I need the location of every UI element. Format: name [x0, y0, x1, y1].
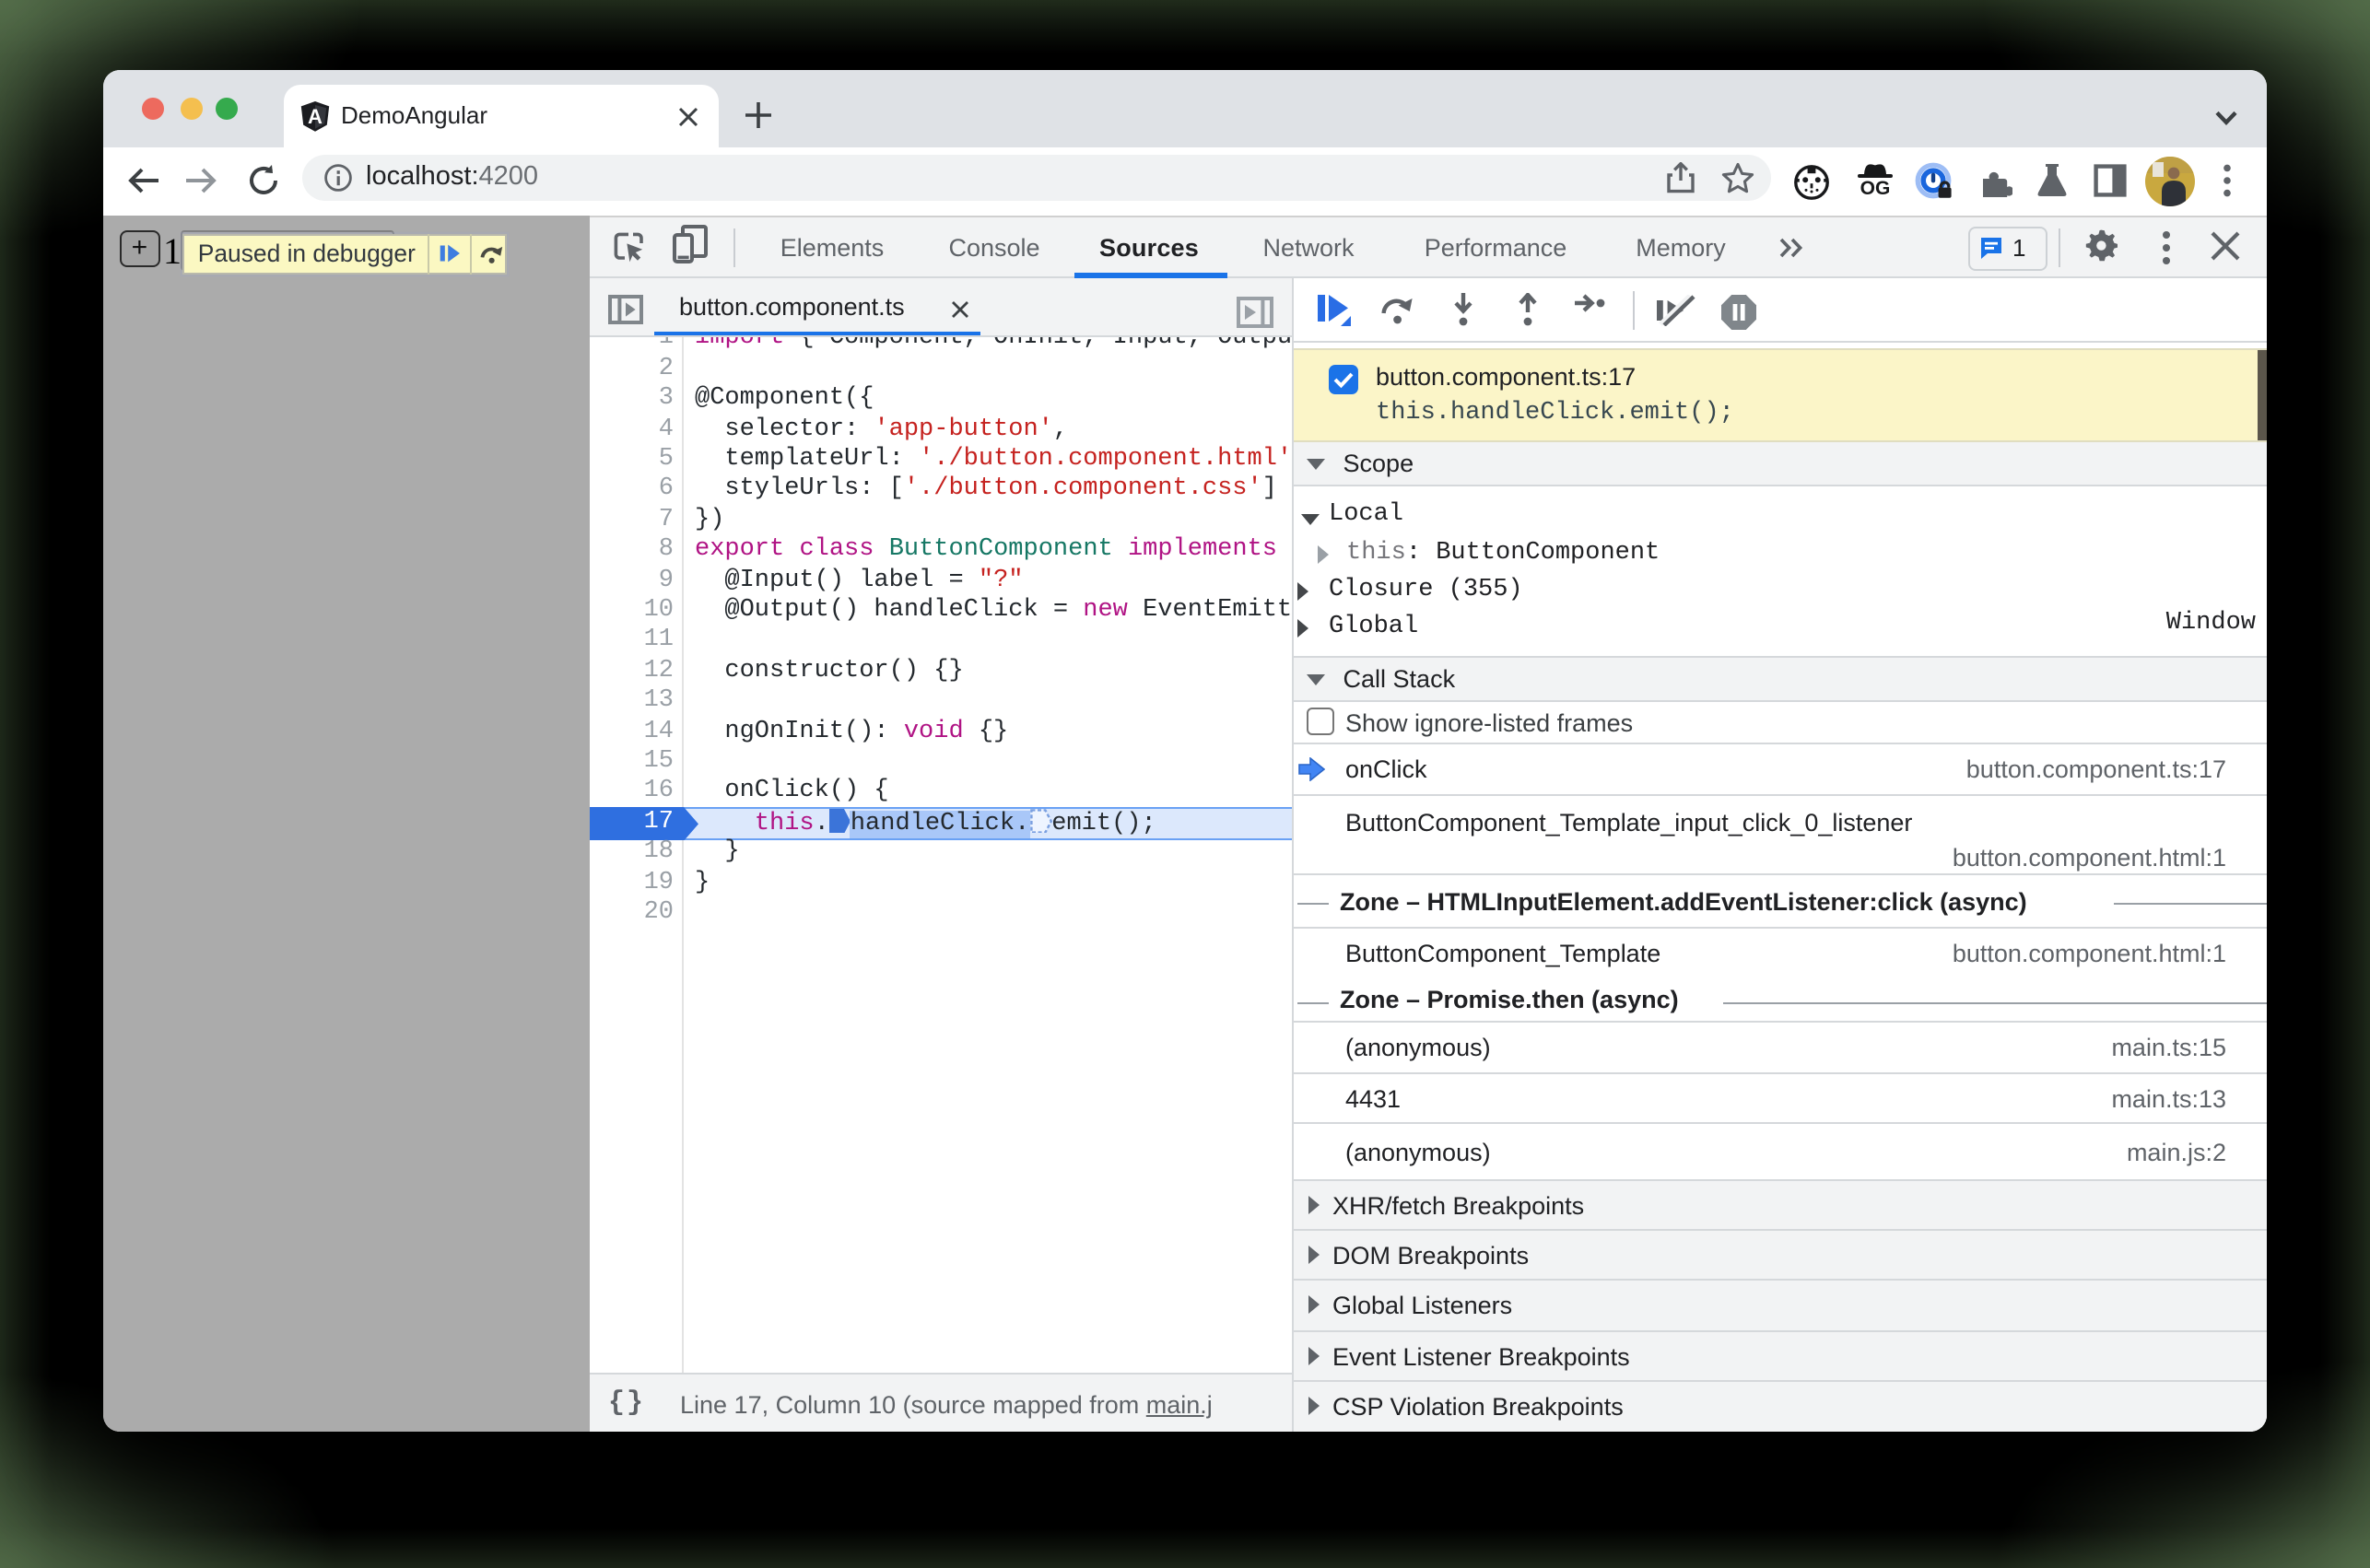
- svg-text:OG: OG: [1860, 178, 1890, 199]
- svg-text:A: A: [307, 105, 322, 128]
